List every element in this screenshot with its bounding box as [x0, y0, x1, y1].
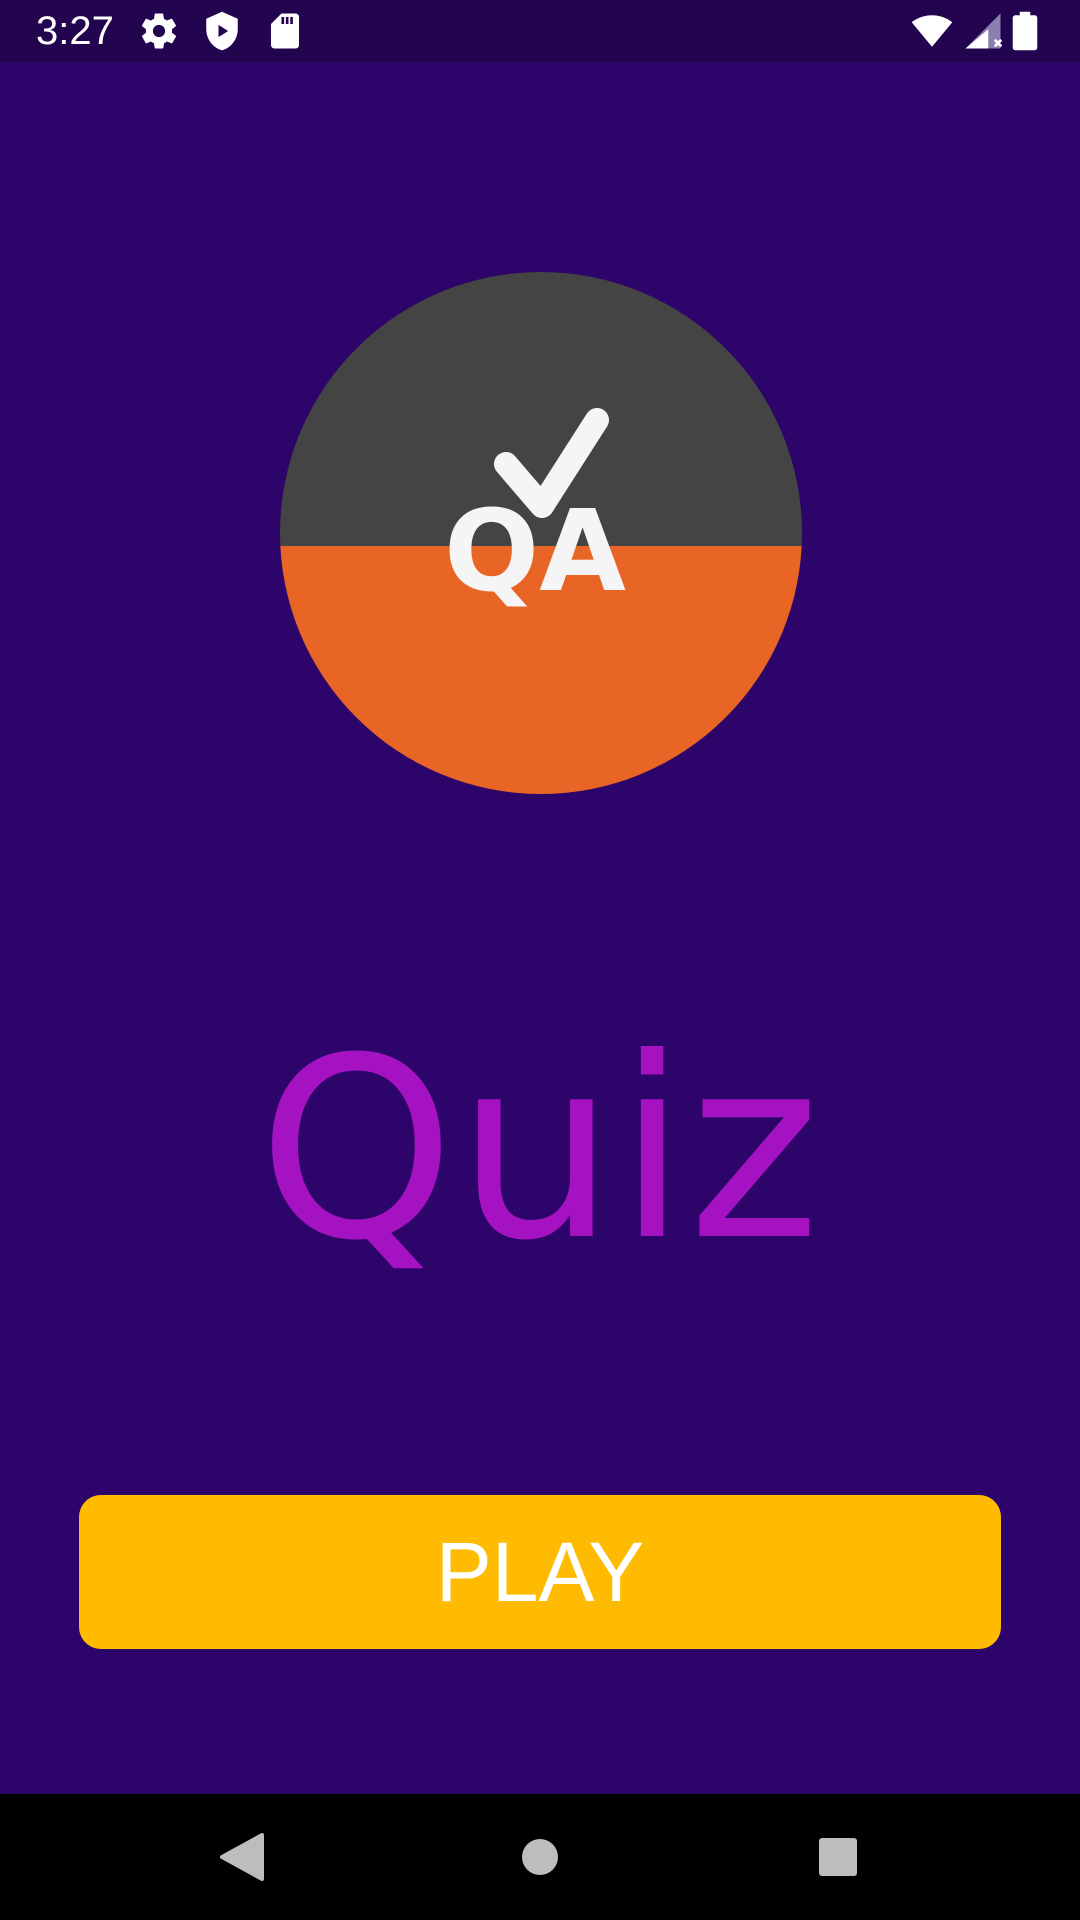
back-icon[interactable] — [208, 1824, 274, 1890]
logo-text: QA — [444, 487, 626, 617]
shield-play-icon — [201, 10, 243, 52]
sd-card-icon — [264, 10, 306, 52]
main-screen: 3:27 QA Quiz PLAY — [0, 0, 1080, 1920]
battery-icon — [1010, 10, 1040, 52]
status-bar: 3:27 — [0, 0, 1080, 62]
gear-icon — [138, 10, 180, 52]
play-button[interactable]: PLAY — [79, 1495, 1001, 1649]
status-time: 3:27 — [36, 9, 114, 53]
app-title: Quiz — [258, 1004, 822, 1295]
navigation-bar — [0, 1794, 1080, 1920]
cell-signal-no-data-icon — [962, 10, 1004, 52]
wifi-icon — [908, 10, 956, 52]
home-icon[interactable] — [507, 1824, 573, 1890]
quiz-logo: QA — [280, 272, 802, 794]
recents-icon[interactable] — [805, 1824, 871, 1890]
